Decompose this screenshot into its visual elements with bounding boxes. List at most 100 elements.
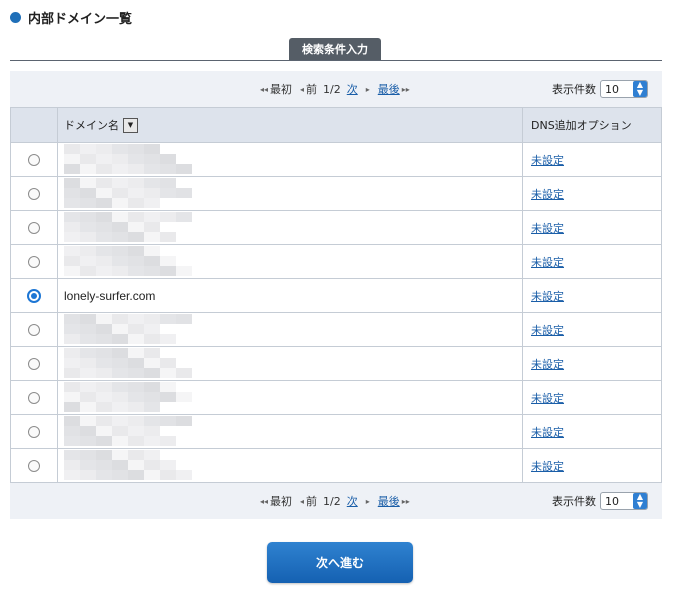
prev-arrow-icon: ◂ [300, 84, 305, 94]
next-step-button[interactable]: 次へ進む [267, 542, 413, 583]
dns-option-link[interactable]: 未設定 [531, 324, 564, 337]
domain-cell [57, 346, 523, 381]
row-radio[interactable] [28, 188, 40, 200]
dns-option-link[interactable]: 未設定 [531, 460, 564, 473]
table-row[interactable]: 未設定 [10, 380, 662, 415]
domain-cell [57, 414, 523, 449]
table-row[interactable]: 未設定 [10, 210, 662, 245]
row-select-cell [10, 176, 58, 211]
next-arrow-icon: ▸ [365, 496, 370, 506]
domain-column-header: ドメイン名 ▼ [57, 107, 523, 143]
select-column-header [10, 107, 58, 143]
pager-next-link[interactable]: 次 [347, 81, 358, 97]
row-radio[interactable] [28, 154, 40, 166]
row-radio[interactable] [28, 460, 40, 472]
first-arrow-icon: ◂◂ [260, 496, 269, 506]
redacted-domain [64, 348, 204, 379]
pagination: ◂◂ 最初 ◂ 前 1/2 次 ▸ 最後 ▸▸ [258, 483, 412, 519]
dns-cell: 未設定 [522, 142, 662, 177]
page-title: 内部ドメイン一覧 [28, 12, 133, 27]
dns-cell: 未設定 [522, 244, 662, 279]
pager-next-link[interactable]: 次 [347, 493, 358, 509]
next-arrow-icon: ▸ [365, 84, 370, 94]
tab-divider [10, 60, 662, 61]
table-row[interactable]: 未設定 [10, 312, 662, 347]
row-select-cell [10, 278, 58, 313]
row-radio[interactable] [28, 426, 40, 438]
bullet-icon [10, 12, 21, 23]
pager-prev: 前 [306, 83, 318, 96]
row-select-cell [10, 244, 58, 279]
domain-header-label: ドメイン名 [64, 118, 119, 132]
dns-option-link[interactable]: 未設定 [531, 290, 564, 303]
dns-cell: 未設定 [522, 312, 662, 347]
redacted-domain [64, 246, 204, 277]
dns-cell: 未設定 [522, 210, 662, 245]
pager-prev: 前 [306, 495, 318, 508]
domain-cell [57, 312, 523, 347]
domain-cell: lonely-surfer.com [57, 278, 523, 313]
table-row[interactable]: 未設定 [10, 176, 662, 211]
redacted-domain [64, 416, 204, 447]
table-row[interactable]: 未設定 [10, 346, 662, 381]
row-select-cell [10, 210, 58, 245]
dns-option-link[interactable]: 未設定 [531, 392, 564, 405]
domain-cell [57, 448, 523, 483]
page-header: 内部ドメイン一覧 [10, 8, 132, 27]
pager-last-link[interactable]: 最後 [378, 493, 400, 509]
select-chevron-icon: ▲ ▼ [633, 81, 647, 97]
row-select-cell [10, 346, 58, 381]
prev-arrow-icon: ◂ [300, 496, 305, 506]
table-row[interactable]: 未設定 [10, 142, 662, 177]
pager-top: ◂◂ 最初 ◂ 前 1/2 次 ▸ 最後 ▸▸ 表示件数 10 ▲ ▼ [10, 71, 662, 107]
per-page-control: 表示件数 10 ▲ ▼ [552, 71, 648, 107]
per-page-value: 10 [605, 494, 619, 508]
domain-cell [57, 244, 523, 279]
pager-page: 1/2 [323, 82, 341, 96]
table-header-row: ドメイン名 ▼ DNS追加オプション [10, 107, 662, 143]
dns-option-link[interactable]: 未設定 [531, 426, 564, 439]
pager-bottom: ◂◂ 最初 ◂ 前 1/2 次 ▸ 最後 ▸▸ 表示件数 10 ▲ ▼ [10, 483, 662, 519]
domain-table: ドメイン名 ▼ DNS追加オプション 未設定 未設定 未設定 未設定 lonely-sur… [10, 107, 662, 483]
row-select-cell [10, 414, 58, 449]
last-arrow-icon: ▸▸ [401, 84, 410, 94]
table-row[interactable]: 未設定 [10, 244, 662, 279]
domain-cell [57, 380, 523, 415]
per-page-select[interactable]: 10 ▲ ▼ [600, 80, 648, 98]
first-arrow-icon: ◂◂ [260, 84, 269, 94]
table-row[interactable]: 未設定 [10, 414, 662, 449]
dns-cell: 未設定 [522, 448, 662, 483]
row-radio[interactable] [28, 222, 40, 234]
dns-option-link[interactable]: 未設定 [531, 222, 564, 235]
per-page-select[interactable]: 10 ▲ ▼ [600, 492, 648, 510]
row-radio[interactable] [28, 358, 40, 370]
pager-last-link[interactable]: 最後 [378, 81, 400, 97]
dns-option-link[interactable]: 未設定 [531, 358, 564, 371]
domain-cell [57, 176, 523, 211]
table-row[interactable]: 未設定 [10, 448, 662, 483]
table-row[interactable]: lonely-surfer.com 未設定 [10, 278, 662, 313]
sort-down-icon[interactable]: ▼ [123, 118, 138, 134]
dns-cell: 未設定 [522, 346, 662, 381]
domain-name: lonely-surfer.com [64, 288, 156, 303]
domain-cell [57, 210, 523, 245]
pager-first: 最初 [270, 495, 293, 508]
search-conditions-tab[interactable]: 検索条件入力 [289, 38, 381, 60]
dns-cell: 未設定 [522, 414, 662, 449]
row-radio[interactable] [27, 288, 41, 303]
row-radio[interactable] [28, 392, 40, 404]
pagination: ◂◂ 最初 ◂ 前 1/2 次 ▸ 最後 ▸▸ [258, 71, 412, 107]
redacted-domain [64, 178, 204, 209]
redacted-domain [64, 382, 204, 413]
dns-cell: 未設定 [522, 278, 662, 313]
per-page-label: 表示件数 [552, 495, 596, 508]
redacted-domain [64, 314, 204, 345]
row-radio[interactable] [28, 256, 40, 268]
dns-option-link[interactable]: 未設定 [531, 256, 564, 269]
domain-cell [57, 142, 523, 177]
domain-list-panel: ◂◂ 最初 ◂ 前 1/2 次 ▸ 最後 ▸▸ 表示件数 10 ▲ ▼ ドメイン… [10, 71, 662, 519]
row-radio[interactable] [28, 324, 40, 336]
dns-option-link[interactable]: 未設定 [531, 188, 564, 201]
per-page-control: 表示件数 10 ▲ ▼ [552, 483, 648, 519]
dns-option-link[interactable]: 未設定 [531, 154, 564, 167]
